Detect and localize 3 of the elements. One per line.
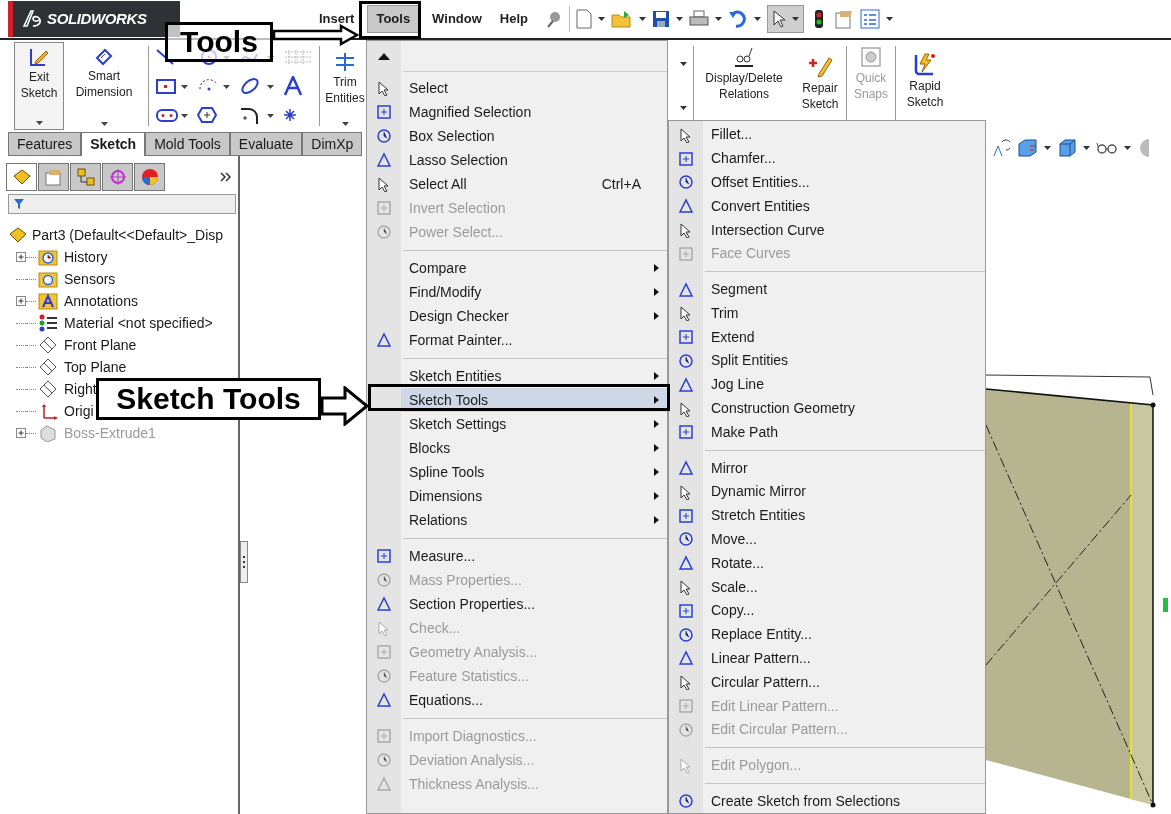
callout-tooltip: Sketch Tools <box>96 378 321 420</box>
app-logo-text: SOLIDWORKS <box>47 8 147 29</box>
callout-tooltip: Tools <box>165 22 273 62</box>
